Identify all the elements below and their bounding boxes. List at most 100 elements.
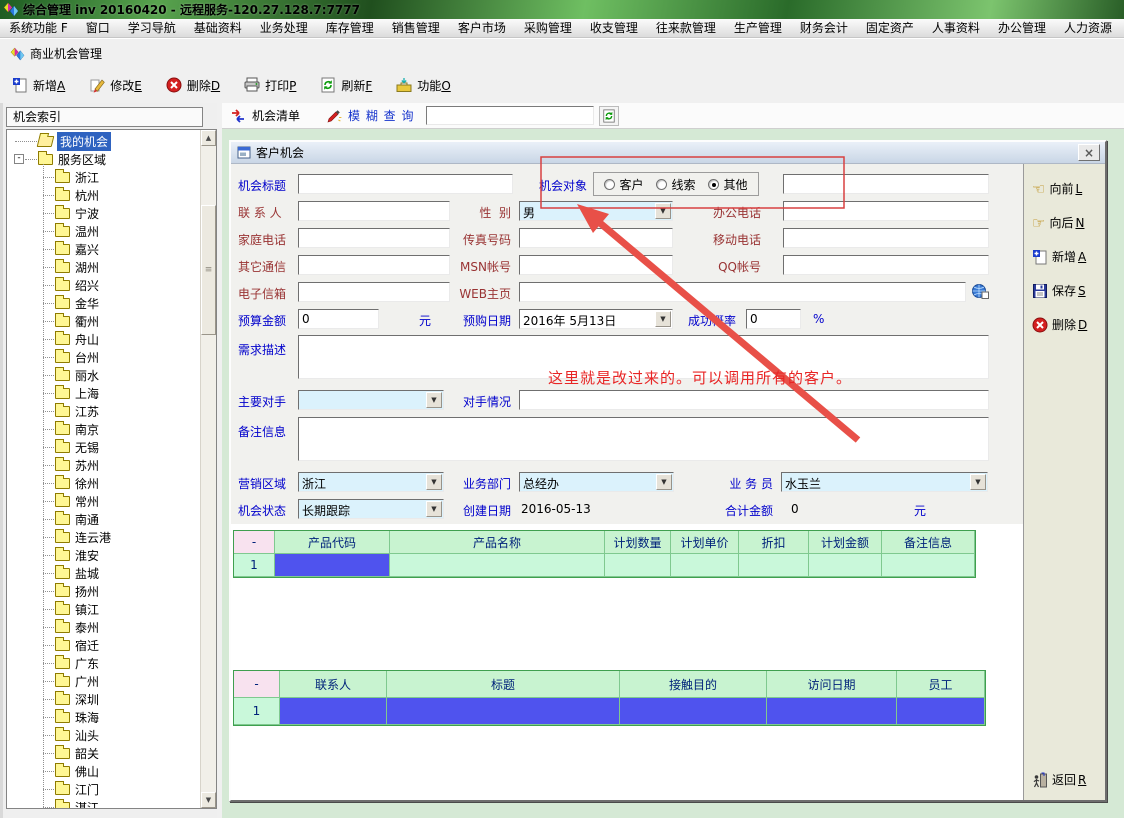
tree-item-city[interactable]: 广东 [7, 654, 200, 672]
grid-cell-selected[interactable] [897, 698, 985, 725]
tree-item-city[interactable]: 佛山 [7, 762, 200, 780]
grid-cell[interactable] [882, 554, 975, 577]
tree-item-city[interactable]: 宿迁 [7, 636, 200, 654]
tree-item-city[interactable]: 镇江 [7, 600, 200, 618]
tree-item-city[interactable]: 南通 [7, 510, 200, 528]
column-header[interactable]: 访问日期 [767, 671, 897, 698]
tree-item-city[interactable]: 金华 [7, 294, 200, 312]
tree-item-city[interactable]: 绍兴 [7, 276, 200, 294]
salesman-select[interactable]: 水玉兰 ▼ [781, 472, 988, 492]
menu-item[interactable]: 销售管理 [383, 19, 449, 37]
grid-cell-selected[interactable] [387, 698, 620, 725]
tree-item-city[interactable]: 无锡 [7, 438, 200, 456]
gender-select[interactable]: 男 ▼ [519, 201, 673, 221]
msn-input[interactable] [519, 255, 673, 275]
close-icon[interactable]: × [1078, 144, 1100, 161]
grid-cell-selected[interactable] [275, 554, 390, 577]
tree-item-city[interactable]: 江苏 [7, 402, 200, 420]
office-phone-input[interactable] [783, 201, 989, 221]
rival-select[interactable]: ▼ [298, 390, 444, 410]
column-header[interactable]: 标题 [387, 671, 620, 698]
menu-item[interactable]: 系统功能 F [0, 19, 77, 37]
menu-item[interactable]: 办公管理 [989, 19, 1055, 37]
tree-item-city[interactable]: 连云港 [7, 528, 200, 546]
grid-cell[interactable] [739, 554, 809, 577]
fax-input[interactable] [519, 228, 673, 248]
chevron-down-icon[interactable]: ▼ [426, 392, 442, 408]
column-header[interactable]: 产品名称 [390, 531, 605, 554]
budget-input[interactable] [298, 309, 379, 329]
tree-item-city[interactable]: 常州 [7, 492, 200, 510]
tree-item-city[interactable]: 江门 [7, 780, 200, 798]
tree-item-city[interactable]: 浙江 [7, 168, 200, 186]
opportunity-list-button[interactable]: 机会清单 [252, 107, 300, 124]
tree-scrollbar[interactable]: ▲ ≡ ▼ [200, 130, 216, 808]
menu-item[interactable]: 库存管理 [317, 19, 383, 37]
column-header[interactable]: 计划金额 [809, 531, 882, 554]
column-header[interactable]: 计划单价 [671, 531, 739, 554]
tree-item-city[interactable]: 深圳 [7, 690, 200, 708]
tree-item-city[interactable]: 嘉兴 [7, 240, 200, 258]
grid-cell-selected[interactable] [767, 698, 897, 725]
status-select[interactable]: 长期跟踪 ▼ [298, 499, 444, 519]
grid-cell[interactable] [809, 554, 882, 577]
radio-customer[interactable]: 客户 [604, 176, 643, 193]
tree-item-city[interactable]: 汕头 [7, 726, 200, 744]
grid-cell[interactable] [605, 554, 671, 577]
row-number[interactable]: 1 [234, 698, 280, 725]
next-button[interactable]: ☞ 向后N [1032, 214, 1084, 231]
qq-input[interactable] [783, 255, 989, 275]
region-select[interactable]: 浙江 ▼ [298, 472, 444, 492]
save-button[interactable]: 保存S [1032, 282, 1086, 299]
demand-textarea[interactable] [298, 335, 989, 379]
tree-item-city[interactable]: 珠海 [7, 708, 200, 726]
scroll-up-button[interactable]: ▲ [201, 130, 216, 146]
tree-item-city[interactable]: 宁波 [7, 204, 200, 222]
tree-item-service-region[interactable]: - 服务区域 [7, 150, 200, 168]
tree-item-city[interactable]: 扬州 [7, 582, 200, 600]
chevron-down-icon[interactable]: ▼ [655, 203, 671, 219]
menu-item[interactable]: 采购管理 [515, 19, 581, 37]
menu-item[interactable]: 客户市场 [449, 19, 515, 37]
grid-cell[interactable] [671, 554, 739, 577]
menu-item[interactable]: 收支管理 [581, 19, 647, 37]
contact-input[interactable] [298, 201, 450, 221]
tree-item-city[interactable]: 上海 [7, 384, 200, 402]
chevron-down-icon[interactable]: ▼ [426, 474, 442, 490]
home-phone-input[interactable] [298, 228, 450, 248]
search-refresh-button[interactable] [599, 106, 619, 126]
tree-item-city[interactable]: 温州 [7, 222, 200, 240]
column-header[interactable]: 备注信息 [882, 531, 975, 554]
column-header[interactable]: 联系人 [280, 671, 387, 698]
menu-item[interactable]: 窗口 [77, 19, 119, 37]
opportunity-title-input[interactable] [298, 174, 513, 194]
tree-item-city[interactable]: 淮安 [7, 546, 200, 564]
menu-item[interactable]: 基础资料 [185, 19, 251, 37]
rival-info-input[interactable] [519, 390, 989, 410]
chevron-down-icon[interactable]: ▼ [970, 474, 986, 490]
mobile-input[interactable] [783, 228, 989, 248]
web-input[interactable] [519, 282, 966, 302]
search-input[interactable] [426, 106, 594, 125]
tree-item-city[interactable]: 衢州 [7, 312, 200, 330]
fuzzy-search-button[interactable]: 模 糊 查 询 [348, 107, 414, 124]
column-header[interactable]: 计划数量 [605, 531, 671, 554]
email-input[interactable] [298, 282, 450, 302]
dept-select[interactable]: 总经办 ▼ [519, 472, 674, 492]
scroll-down-button[interactable]: ▼ [201, 792, 216, 808]
tree-item-city[interactable]: 湛江 [7, 798, 200, 808]
add-button[interactable]: 新增A [1032, 248, 1086, 265]
column-header[interactable]: 产品代码 [275, 531, 390, 554]
back-button[interactable]: 返回R [1032, 771, 1086, 788]
tree-item-city[interactable]: 盐城 [7, 564, 200, 582]
tree-item-city[interactable]: 湖州 [7, 258, 200, 276]
grid-cell[interactable] [390, 554, 605, 577]
tree-item-city[interactable]: 舟山 [7, 330, 200, 348]
function-button[interactable]: 功能O [396, 77, 450, 94]
scroll-thumb[interactable]: ≡ [201, 205, 216, 335]
grid-corner[interactable]: - [234, 531, 275, 554]
delete-record-button[interactable]: 删除D [1032, 316, 1087, 333]
tree-item-city[interactable]: 泰州 [7, 618, 200, 636]
radio-other[interactable]: 其他 [708, 176, 747, 193]
tree-item-city[interactable]: 南京 [7, 420, 200, 438]
